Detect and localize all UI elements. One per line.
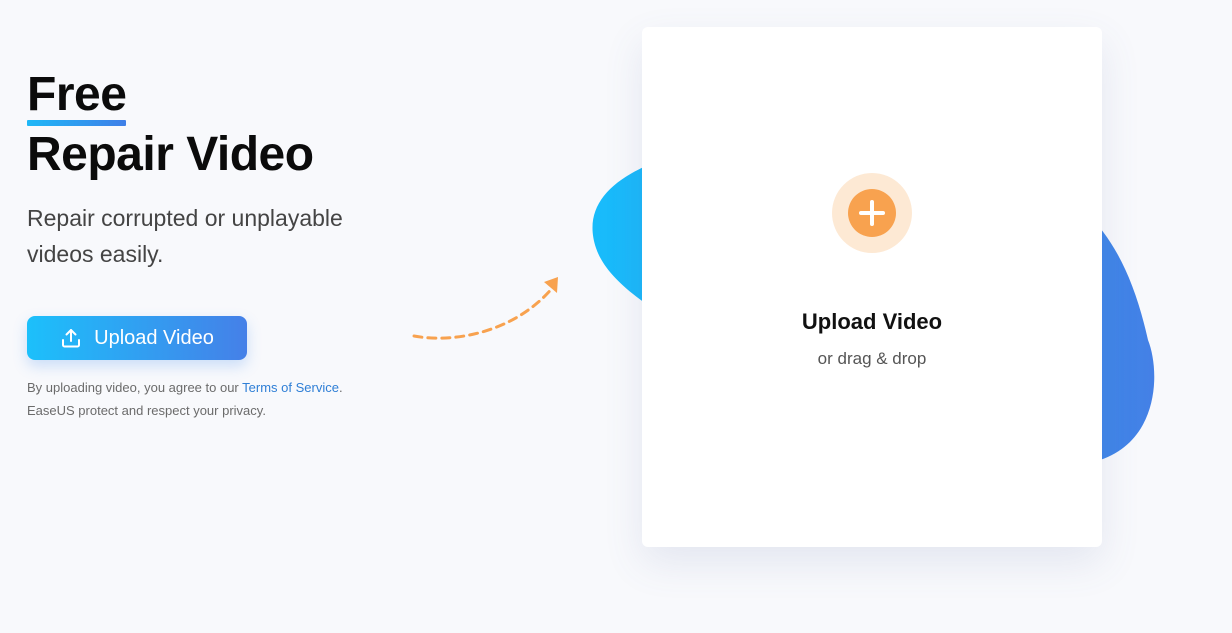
- terms-of-service-link[interactable]: Terms of Service: [242, 380, 339, 395]
- upload-icon: [60, 327, 82, 349]
- plus-icon-container: [832, 173, 912, 253]
- hero-subtitle: Repair corrupted or unplayable videos ea…: [27, 205, 343, 267]
- privacy-notice: EaseUS protect and respect your privacy.: [27, 403, 266, 418]
- title-line2: Repair Video: [27, 128, 314, 181]
- notice-suffix: .: [338, 380, 343, 395]
- dashed-arrow-icon: [412, 277, 558, 340]
- page-title: Free Repair Video: [27, 66, 407, 184]
- terms-notice: By uploading video, you agree to our Ter…: [27, 376, 407, 422]
- upload-button-label: Upload Video: [94, 326, 214, 349]
- upload-dropzone[interactable]: Upload Video or drag & drop: [642, 27, 1102, 547]
- dropzone-title: Upload Video: [801, 309, 943, 334]
- hero-section: Free Repair Video Repair corrupted or un…: [27, 66, 407, 422]
- upload-video-button[interactable]: Upload Video: [27, 316, 247, 360]
- dropzone-subtitle: or drag & drop: [817, 349, 927, 368]
- plus-icon: [848, 189, 896, 237]
- page: Free Repair Video Repair corrupted or un…: [0, 0, 1232, 633]
- title-highlight: Free: [27, 66, 127, 126]
- notice-prefix: By uploading video, you agree to our: [27, 380, 239, 395]
